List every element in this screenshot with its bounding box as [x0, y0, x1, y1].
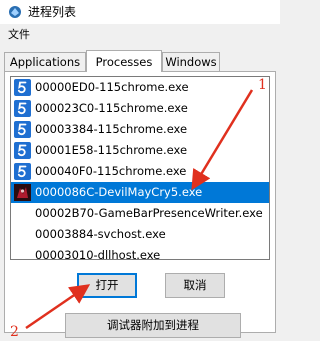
window-title: 进程列表	[28, 5, 77, 19]
menu-bar: 文件	[0, 26, 280, 44]
process-name: 00001E58-115chrome.exe	[35, 143, 188, 157]
annotation-marker-1: 1	[258, 77, 267, 93]
process-name: 00003010-dllhost.exe	[35, 248, 161, 260]
process-row[interactable]: 00003010-dllhost.exe	[11, 245, 269, 260]
process-name: 000040F0-115chrome.exe	[35, 164, 187, 178]
menu-file[interactable]: 文件	[8, 28, 30, 42]
process-name: 00002B70-GameBarPresenceWriter.exe	[35, 206, 263, 220]
tab-windows[interactable]: Windows	[162, 52, 220, 71]
process-name: 000023C0-115chrome.exe	[35, 101, 188, 115]
process-row[interactable]: 00000ED0-115chrome.exe	[11, 77, 269, 98]
attach-debugger-button[interactable]: 调试器附加到进程	[65, 313, 241, 338]
process-row[interactable]: 0000086C-DevilMayCry5.exe	[11, 182, 269, 203]
tab-applications[interactable]: Applications	[4, 52, 86, 71]
chrome-115-icon	[14, 121, 31, 138]
title-bar: 进程列表	[0, 0, 280, 24]
chrome-115-icon	[14, 100, 31, 117]
process-name: 00003384-115chrome.exe	[35, 122, 188, 136]
tab-strip: Applications Processes Windows	[4, 50, 276, 72]
process-row[interactable]: 00003884-svchost.exe	[11, 224, 269, 245]
chrome-115-icon	[14, 79, 31, 96]
process-row[interactable]: 00002B70-GameBarPresenceWriter.exe	[11, 203, 269, 224]
process-row[interactable]: 00001E58-115chrome.exe	[11, 140, 269, 161]
open-button[interactable]: 打开	[77, 273, 137, 298]
process-name: 0000086C-DevilMayCry5.exe	[35, 185, 203, 199]
cheat-engine-icon	[9, 6, 21, 18]
process-row[interactable]: 00003384-115chrome.exe	[11, 119, 269, 140]
tab-processes[interactable]: Processes	[86, 50, 162, 72]
process-list[interactable]: 00000ED0-115chrome.exe 000023C0-115chrome…	[10, 76, 270, 260]
annotation-marker-2: 2	[10, 324, 19, 340]
process-row[interactable]: 000023C0-115chrome.exe	[11, 98, 269, 119]
process-name: 00000ED0-115chrome.exe	[35, 80, 189, 94]
process-name: 00003884-svchost.exe	[35, 227, 166, 241]
cancel-button[interactable]: 取消	[165, 273, 225, 298]
processes-panel: 00000ED0-115chrome.exe 000023C0-115chrome…	[4, 71, 276, 338]
chrome-115-icon	[14, 163, 31, 180]
devil-may-cry-icon	[14, 184, 31, 201]
chrome-115-icon	[14, 142, 31, 159]
process-row[interactable]: 000040F0-115chrome.exe	[11, 161, 269, 182]
